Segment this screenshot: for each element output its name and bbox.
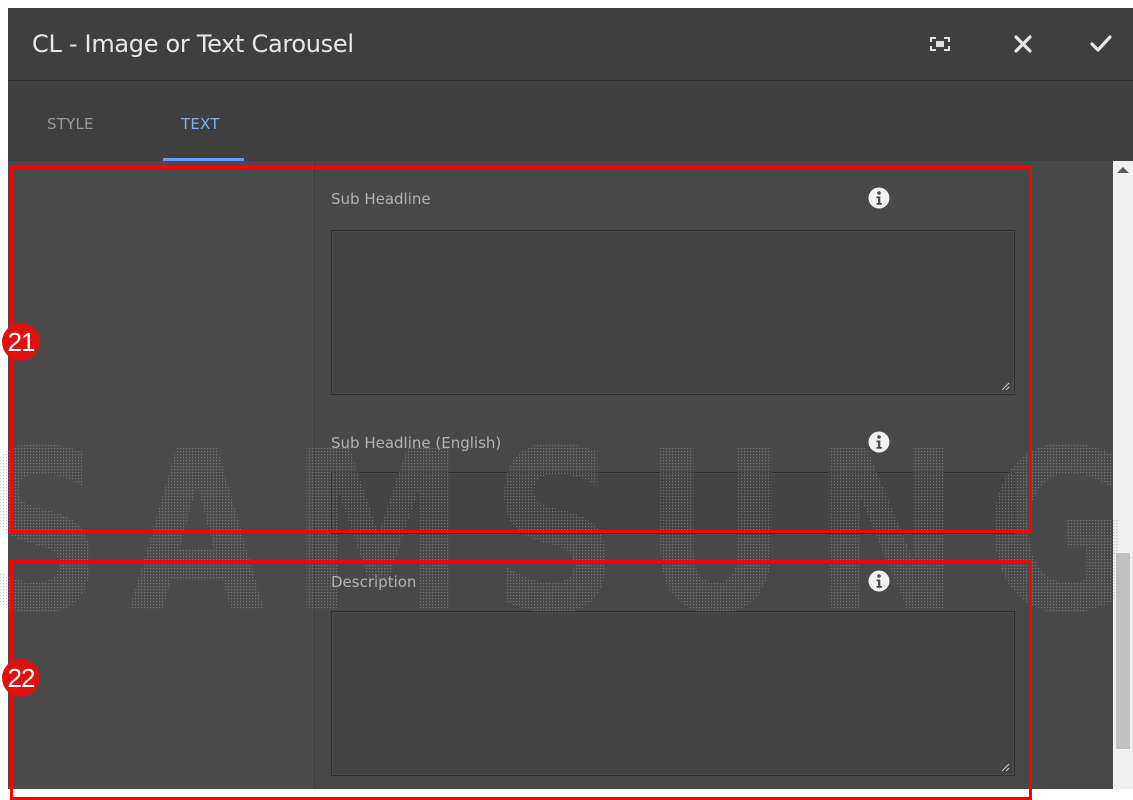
tab-bar: STYLE TEXT [8,81,1133,161]
close-icon [1014,35,1032,53]
tab-style[interactable]: STYLE [47,115,94,133]
dialog-titlebar: CL - Image or Text Carousel [8,8,1133,81]
tab-text[interactable]: TEXT [181,115,220,133]
annotation-box-22 [10,560,1032,800]
fullscreen-button[interactable] [922,26,958,62]
annotation-badge-22: 22 [2,659,40,697]
annotation-badge-21: 21 [2,323,40,361]
close-button[interactable] [1005,26,1041,62]
confirm-button[interactable] [1083,26,1119,62]
fullscreen-icon [930,37,950,51]
checkmark-icon [1090,35,1112,52]
annotation-box-21 [10,166,1032,533]
right-column [1032,161,1113,789]
dialog-title: CL - Image or Text Carousel [32,30,354,58]
vertical-scrollbar[interactable] [1113,161,1133,789]
scroll-up-arrow-icon[interactable] [1117,167,1129,173]
scrollbar-thumb[interactable] [1116,553,1130,749]
